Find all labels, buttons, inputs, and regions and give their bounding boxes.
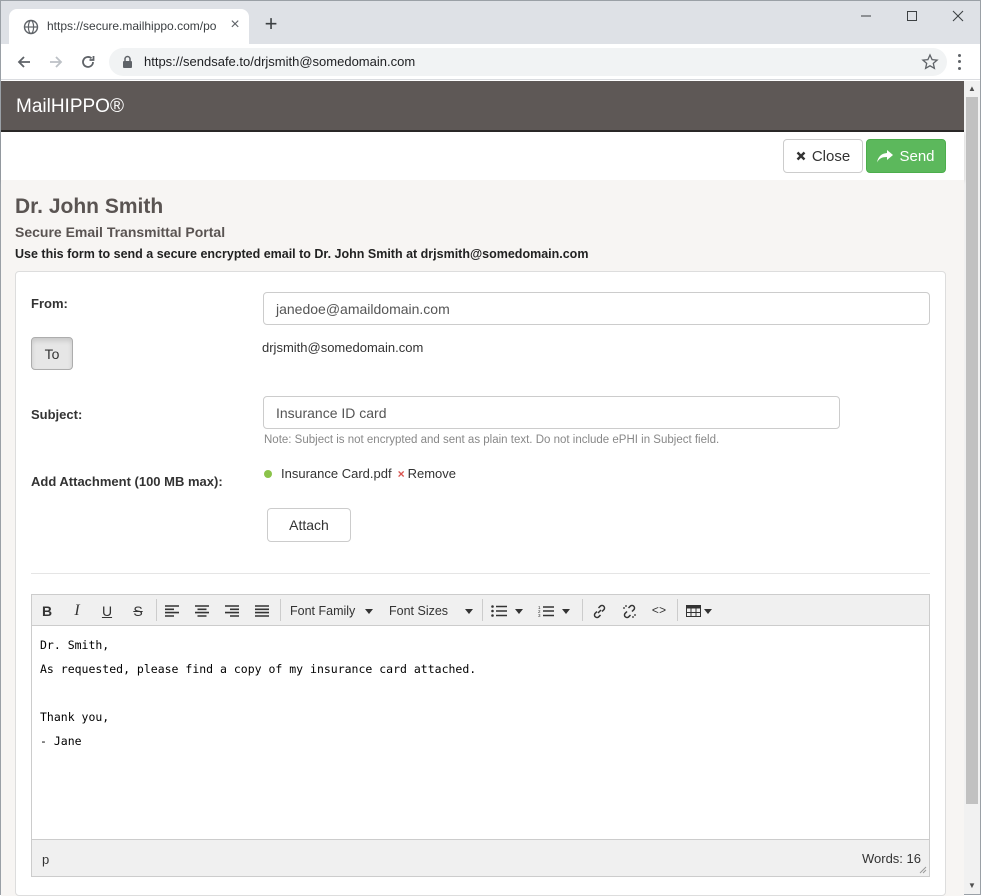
underline-button[interactable]: U: [95, 599, 119, 623]
send-button[interactable]: Send: [866, 139, 946, 173]
unlink-icon[interactable]: [617, 599, 641, 623]
recipient-name: Dr. John Smith: [15, 195, 164, 218]
url-text: https://sendsafe.to/drjsmith@somedomain.…: [144, 54, 416, 69]
remove-x-icon[interactable]: ×: [398, 467, 405, 481]
browser-toolbar: https://sendsafe.to/drjsmith@somedomain.…: [1, 44, 980, 80]
body-line: As requested, please find a copy of my i…: [40, 662, 477, 676]
scroll-up-icon[interactable]: ▲: [964, 81, 980, 97]
subject-label: Subject:: [31, 407, 83, 422]
chevron-down-icon: [515, 608, 523, 614]
editor-statusbar: p Words: 16: [32, 839, 929, 876]
body-line: Thank you,: [40, 710, 110, 724]
editor-toolbar: B I U S Font Family Font Sizes 123 <>: [32, 595, 929, 626]
to-value: drjsmith@somedomain.com: [262, 340, 424, 355]
svg-text:3: 3: [538, 613, 541, 617]
back-arrow-icon[interactable]: [13, 51, 35, 73]
share-arrow-icon: [877, 149, 894, 162]
toolbar-separator: [482, 599, 483, 621]
source-code-button[interactable]: <>: [647, 599, 671, 623]
editor-body[interactable]: Dr. Smith, As requested, please find a c…: [32, 626, 929, 839]
strikethrough-button[interactable]: S: [126, 599, 150, 623]
chevron-down-icon: [365, 608, 374, 614]
close-button[interactable]: Close: [783, 139, 863, 173]
table-icon[interactable]: [686, 599, 716, 623]
subject-field[interactable]: Insurance ID card: [263, 396, 840, 429]
portal-description: Use this form to send a secure encrypted…: [15, 247, 589, 261]
align-right-icon[interactable]: [220, 599, 244, 623]
align-left-icon[interactable]: [160, 599, 184, 623]
toolbar-separator: [677, 599, 678, 621]
from-label: From:: [31, 296, 68, 311]
tab-close-icon[interactable]: ×: [227, 17, 243, 33]
link-icon[interactable]: [587, 599, 611, 623]
brand-logo: MailHIPPO®: [16, 96, 124, 117]
app-header: MailHIPPO®: [1, 81, 964, 132]
from-field[interactable]: janedoe@amaildomain.com: [263, 292, 930, 325]
close-x-icon: [796, 151, 806, 161]
lock-icon: [123, 55, 132, 68]
forward-arrow-icon[interactable]: [45, 51, 67, 73]
chevron-down-icon: [465, 608, 474, 614]
message-editor: B I U S Font Family Font Sizes 123 <> Dr…: [31, 594, 930, 877]
word-count: Words: 16: [861, 851, 921, 866]
align-justify-icon[interactable]: [250, 599, 274, 623]
attachment-item: Insurance Card.pdf × Remove: [264, 466, 456, 481]
compose-form: From: janedoe@amaildomain.com To drjsmit…: [15, 271, 946, 896]
body-line: Dr. Smith,: [40, 638, 110, 652]
toolbar-separator: [280, 599, 281, 621]
element-path[interactable]: p: [42, 852, 49, 867]
toolbar-separator: [582, 599, 583, 621]
bullet-list-button[interactable]: [491, 599, 527, 623]
minimize-icon[interactable]: [843, 1, 889, 31]
resize-grip-icon[interactable]: [919, 866, 927, 874]
new-tab-icon[interactable]: +: [260, 13, 282, 35]
bold-button[interactable]: B: [35, 599, 59, 623]
align-center-icon[interactable]: [190, 599, 214, 623]
browser-window: https://secure.mailhippo.com/po × + http…: [0, 0, 981, 896]
page-scrollbar[interactable]: ▲ ▼: [964, 81, 980, 894]
globe-icon: [23, 19, 39, 35]
numbered-list-button[interactable]: 123: [538, 599, 574, 623]
page-content: Dr. John Smith Secure Email Transmittal …: [1, 180, 964, 896]
italic-button[interactable]: I: [65, 599, 89, 623]
attach-button[interactable]: Attach: [267, 508, 351, 542]
portal-subtitle: Secure Email Transmittal Portal: [15, 224, 226, 240]
maximize-icon[interactable]: [889, 1, 935, 31]
font-family-dropdown[interactable]: Font Family: [290, 599, 374, 623]
tab-title: https://secure.mailhippo.com/po: [47, 19, 217, 33]
reload-icon[interactable]: [77, 51, 99, 73]
send-label: Send: [899, 147, 935, 165]
window-close-icon[interactable]: [935, 1, 981, 31]
body-line: - Jane: [40, 734, 82, 748]
scrollbar-thumb[interactable]: [966, 97, 978, 804]
font-family-label: Font Family: [290, 604, 356, 618]
font-sizes-dropdown[interactable]: Font Sizes: [389, 599, 474, 623]
attachment-label: Add Attachment (100 MB max):: [31, 474, 223, 489]
chevron-down-icon: [562, 608, 570, 614]
subject-note: Note: Subject is not encrypted and sent …: [264, 434, 720, 446]
font-sizes-label: Font Sizes: [389, 604, 449, 618]
browser-tab[interactable]: https://secure.mailhippo.com/po ×: [9, 9, 249, 44]
remove-attachment-link[interactable]: Remove: [408, 466, 456, 481]
body-line: [40, 686, 921, 710]
to-button[interactable]: To: [31, 337, 73, 370]
browser-menu-icon[interactable]: [951, 52, 967, 72]
divider: [31, 573, 930, 574]
status-dot-icon: [264, 469, 272, 478]
scroll-down-icon[interactable]: ▼: [964, 878, 980, 894]
bookmark-star-icon[interactable]: [921, 53, 939, 71]
chevron-down-icon: [704, 608, 712, 614]
close-label: Close: [811, 147, 851, 165]
action-bar: Close Send: [1, 132, 964, 180]
tab-strip: https://secure.mailhippo.com/po × +: [1, 1, 980, 44]
attachment-filename: Insurance Card.pdf: [281, 466, 392, 481]
address-bar[interactable]: https://sendsafe.to/drjsmith@somedomain.…: [109, 48, 947, 76]
toolbar-separator: [156, 599, 157, 621]
